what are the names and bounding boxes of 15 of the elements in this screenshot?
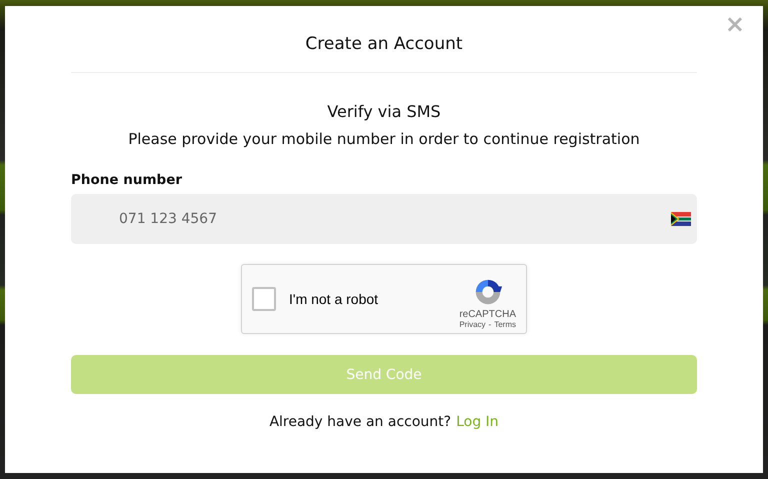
terms-link[interactable]: Terms (494, 320, 516, 329)
login-link[interactable]: Log In (456, 414, 499, 430)
instruction-text: Please provide your mobile number in order to continue registration (128, 130, 640, 148)
phone-field[interactable]: 071 123 4567 (71, 194, 697, 244)
checkbox-label: I'm not a robot (289, 291, 380, 307)
footer-text: Already have an account? (269, 414, 452, 430)
close-button[interactable]: × (722, 12, 747, 36)
section-heading: Verify via SMS (327, 102, 441, 121)
dialog-title: Create an Account (305, 34, 463, 54)
captcha-checkbox[interactable] (252, 287, 276, 311)
brand-name: reCAPTCHA (459, 309, 516, 320)
field-label: Phone number (71, 172, 182, 188)
privacy-link[interactable]: Privacy (459, 320, 486, 329)
link-separator: - (488, 320, 492, 329)
flag-icon (671, 212, 691, 226)
